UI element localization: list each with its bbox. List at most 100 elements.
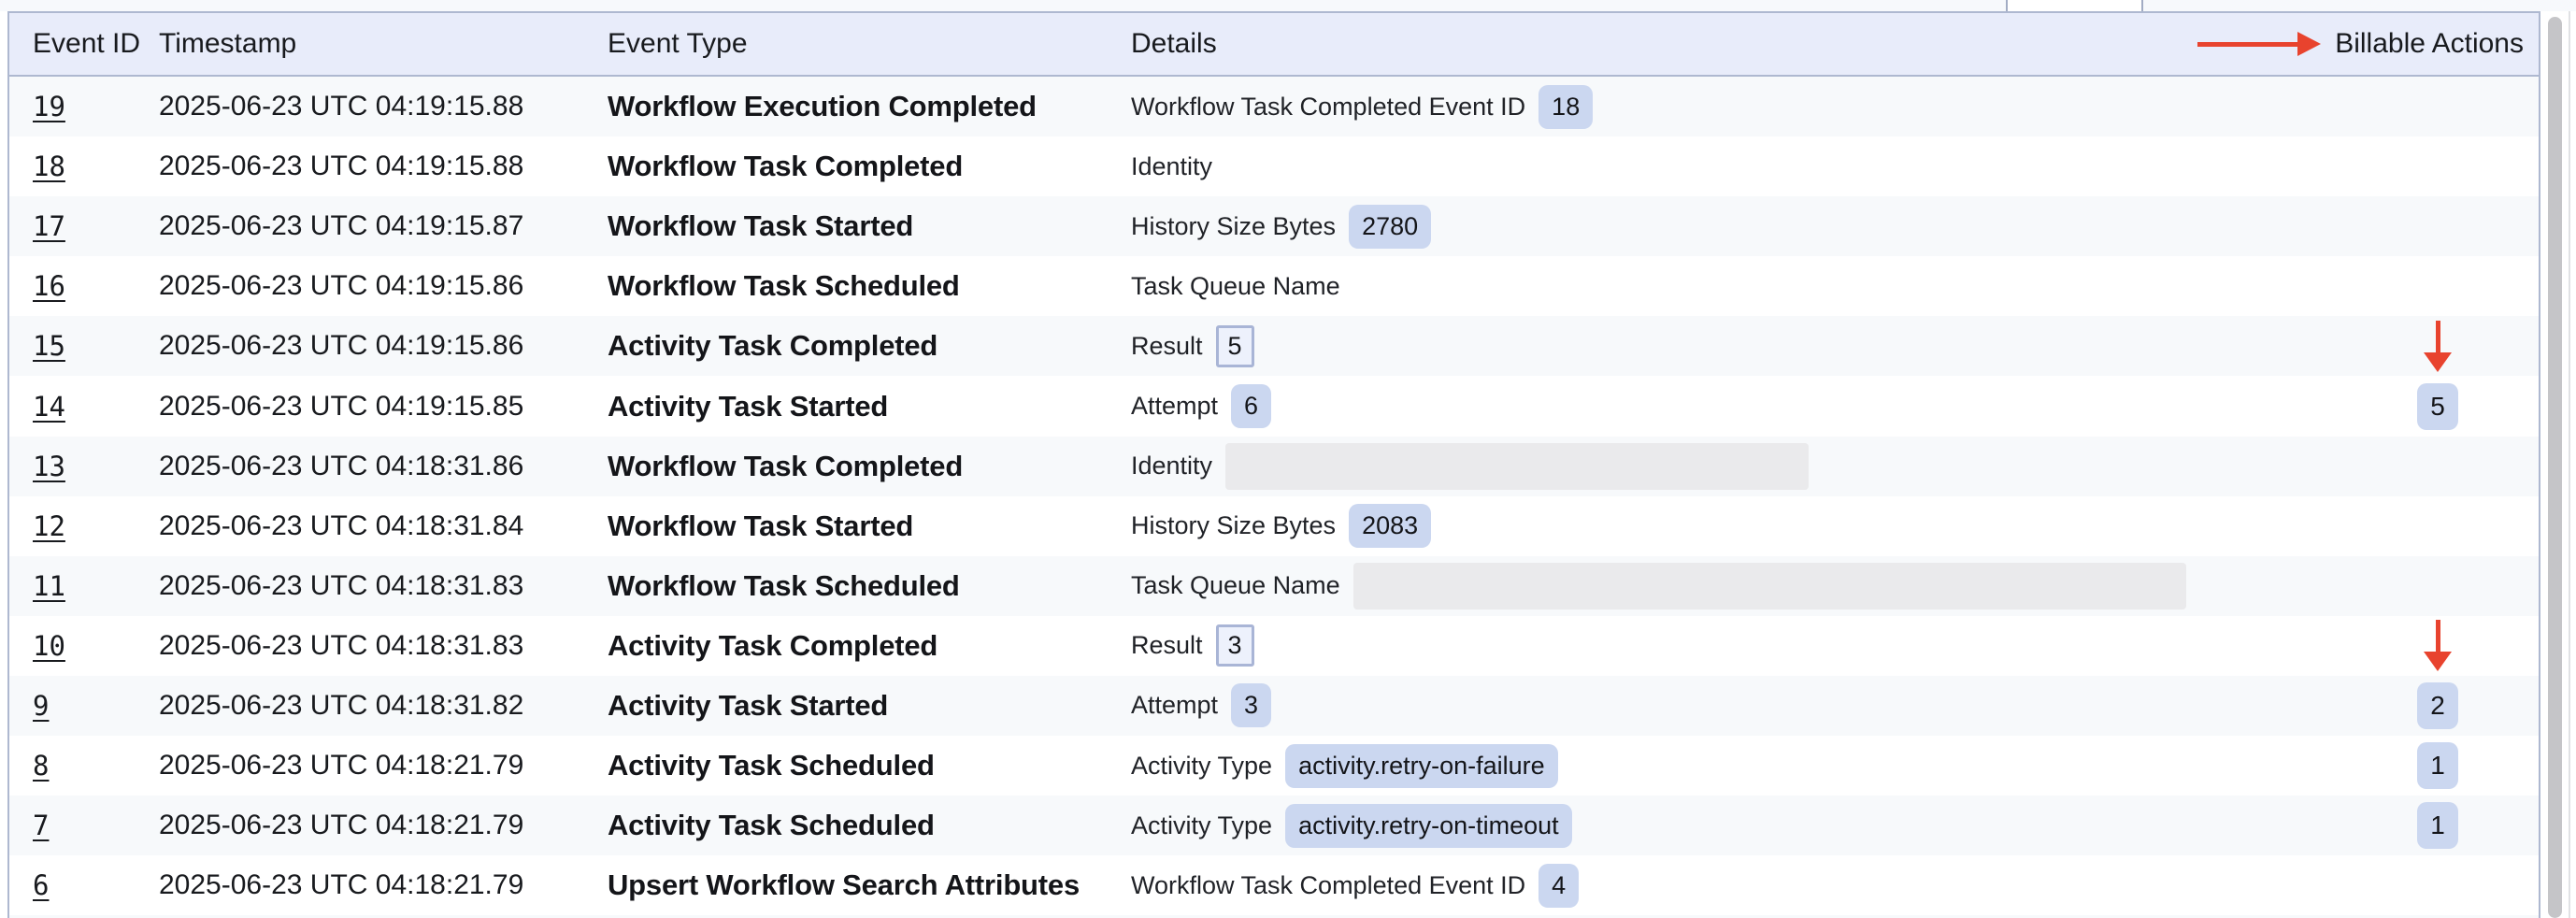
event-id-link[interactable]: 11 xyxy=(33,570,65,602)
event-type-cell: Workflow Task Started xyxy=(608,209,1131,243)
event-id-cell: 16 xyxy=(33,270,159,302)
detail-value-badge: 18 xyxy=(1538,85,1593,129)
timestamp-cell: 2025-06-23 UTC 04:19:15.88 xyxy=(159,151,608,182)
billable-actions-cell xyxy=(2363,556,2512,616)
billable-count-badge: 2 xyxy=(2417,682,2458,729)
event-id-link[interactable]: 8 xyxy=(33,750,49,782)
detail-value-badge: 3 xyxy=(1231,683,1271,727)
table-row: 15 2025-06-23 UTC 04:19:15.86 Activity T… xyxy=(9,316,2539,376)
column-header-event-type: Event Type xyxy=(608,28,1131,60)
column-header-timestamp: Timestamp xyxy=(159,28,608,60)
details-cell: Identity xyxy=(1131,152,2363,181)
event-id-link[interactable]: 15 xyxy=(33,330,65,362)
detail-label: Task Queue Name xyxy=(1131,272,1340,301)
details-cell: Task Queue Name xyxy=(1131,272,2363,301)
event-id-link[interactable]: 9 xyxy=(33,690,49,722)
billable-count-badge: 1 xyxy=(2417,742,2458,789)
scrollbar-track xyxy=(2569,11,2570,918)
detail-label: Activity Type xyxy=(1131,811,1272,840)
event-type-cell: Workflow Task Started xyxy=(608,509,1131,543)
detail-value-badge: 6 xyxy=(1231,384,1271,428)
event-type-cell: Activity Task Completed xyxy=(608,629,1131,663)
event-type-cell: Activity Task Scheduled xyxy=(608,749,1131,782)
top-strip xyxy=(0,0,2576,11)
timestamp-cell: 2025-06-23 UTC 04:18:31.83 xyxy=(159,630,608,662)
event-id-link[interactable]: 14 xyxy=(33,391,65,423)
detail-value-badge: 5 xyxy=(1216,325,1254,367)
event-id-link[interactable]: 18 xyxy=(33,151,65,182)
scrollbar-thumb[interactable] xyxy=(2548,17,2562,918)
detail-value-badge: activity.retry-on-failure xyxy=(1285,744,1558,788)
billable-actions-cell xyxy=(2363,616,2512,676)
event-id-link[interactable]: 12 xyxy=(33,510,65,542)
event-id-cell: 15 xyxy=(33,330,159,362)
table-header: Event ID Timestamp Event Type Details Bi… xyxy=(9,13,2539,77)
detail-label: Activity Type xyxy=(1131,752,1272,781)
billable-actions-cell xyxy=(2363,437,2512,496)
table-row: 10 2025-06-23 UTC 04:18:31.83 Activity T… xyxy=(9,616,2539,676)
detail-label: Identity xyxy=(1131,452,1212,481)
redacted-value-box xyxy=(1353,563,2186,610)
timestamp-cell: 2025-06-23 UTC 04:18:31.83 xyxy=(159,570,608,602)
event-id-link[interactable]: 19 xyxy=(33,91,65,122)
red-arrow-down-icon xyxy=(2424,321,2452,372)
billable-actions-cell xyxy=(2363,136,2512,196)
details-cell: History Size Bytes 2780 xyxy=(1131,205,2363,249)
detail-label: History Size Bytes xyxy=(1131,511,1336,540)
event-id-cell: 13 xyxy=(33,451,159,482)
billable-actions-cell xyxy=(2363,316,2512,376)
column-header-details: Details xyxy=(1131,28,2363,60)
timestamp-cell: 2025-06-23 UTC 04:19:15.85 xyxy=(159,391,608,423)
table-row: 18 2025-06-23 UTC 04:19:15.88 Workflow T… xyxy=(9,136,2539,196)
timestamp-cell: 2025-06-23 UTC 04:18:21.79 xyxy=(159,869,608,901)
event-id-cell: 7 xyxy=(33,810,159,841)
table-row: 8 2025-06-23 UTC 04:18:21.79 Activity Ta… xyxy=(9,736,2539,796)
billable-actions-cell xyxy=(2363,77,2512,136)
detail-label: Attempt xyxy=(1131,392,1218,421)
details-cell: Workflow Task Completed Event ID 4 xyxy=(1131,864,2363,908)
event-type-cell: Workflow Task Scheduled xyxy=(608,569,1131,603)
redacted-value-box xyxy=(1225,443,1809,490)
event-id-link[interactable]: 17 xyxy=(33,210,65,242)
event-id-link[interactable]: 13 xyxy=(33,451,65,482)
detail-value-badge: activity.retry-on-timeout xyxy=(1285,804,1572,848)
event-type-cell: Workflow Execution Completed xyxy=(608,90,1131,123)
table-row: 7 2025-06-23 UTC 04:18:21.79 Activity Ta… xyxy=(9,796,2539,855)
event-id-link[interactable]: 16 xyxy=(33,270,65,302)
detail-value-badge: 3 xyxy=(1216,624,1254,667)
details-cell: Activity Type activity.retry-on-timeout xyxy=(1131,804,2363,848)
table-row: 14 2025-06-23 UTC 04:19:15.85 Activity T… xyxy=(9,376,2539,436)
details-cell: Result 5 xyxy=(1131,325,2363,367)
billable-count-badge: 5 xyxy=(2417,383,2458,430)
event-id-link[interactable]: 10 xyxy=(33,630,65,662)
detail-label: History Size Bytes xyxy=(1131,212,1336,241)
event-id-link[interactable]: 6 xyxy=(33,869,49,901)
event-type-cell: Activity Task Started xyxy=(608,390,1131,423)
red-arrow-down-icon xyxy=(2424,620,2452,671)
table-body: 19 2025-06-23 UTC 04:19:15.88 Workflow E… xyxy=(9,77,2539,918)
billable-actions-cell: 1 xyxy=(2363,796,2512,855)
event-type-cell: Activity Task Completed xyxy=(608,329,1131,363)
details-cell: Identity xyxy=(1131,443,2363,490)
event-type-cell: Upsert Workflow Search Attributes xyxy=(608,868,1131,902)
event-history-table: Event ID Timestamp Event Type Details Bi… xyxy=(7,11,2540,918)
detail-label: Result xyxy=(1131,631,1203,660)
event-id-link[interactable]: 7 xyxy=(33,810,49,841)
column-header-billable-actions: Billable Actions xyxy=(2335,28,2524,60)
detail-value-badge: 2083 xyxy=(1349,504,1431,548)
table-row: 9 2025-06-23 UTC 04:18:31.82 Activity Ta… xyxy=(9,676,2539,736)
detail-value-badge: 4 xyxy=(1538,864,1579,908)
billable-actions-cell xyxy=(2363,196,2512,256)
table-row: 11 2025-06-23 UTC 04:18:31.83 Workflow T… xyxy=(9,556,2539,616)
event-id-cell: 8 xyxy=(33,750,159,782)
billable-actions-cell: 5 xyxy=(2363,376,2512,436)
detail-label: Workflow Task Completed Event ID xyxy=(1131,93,1525,122)
billable-actions-cell xyxy=(2363,855,2512,915)
details-cell: Workflow Task Completed Event ID 18 xyxy=(1131,85,2363,129)
top-notch xyxy=(2006,0,2143,11)
table-row: 12 2025-06-23 UTC 04:18:31.84 Workflow T… xyxy=(9,496,2539,556)
details-cell: Attempt 3 xyxy=(1131,683,2363,727)
timestamp-cell: 2025-06-23 UTC 04:19:15.88 xyxy=(159,91,608,122)
red-arrow-right-icon xyxy=(2197,32,2321,56)
event-type-cell: Workflow Task Completed xyxy=(608,450,1131,483)
